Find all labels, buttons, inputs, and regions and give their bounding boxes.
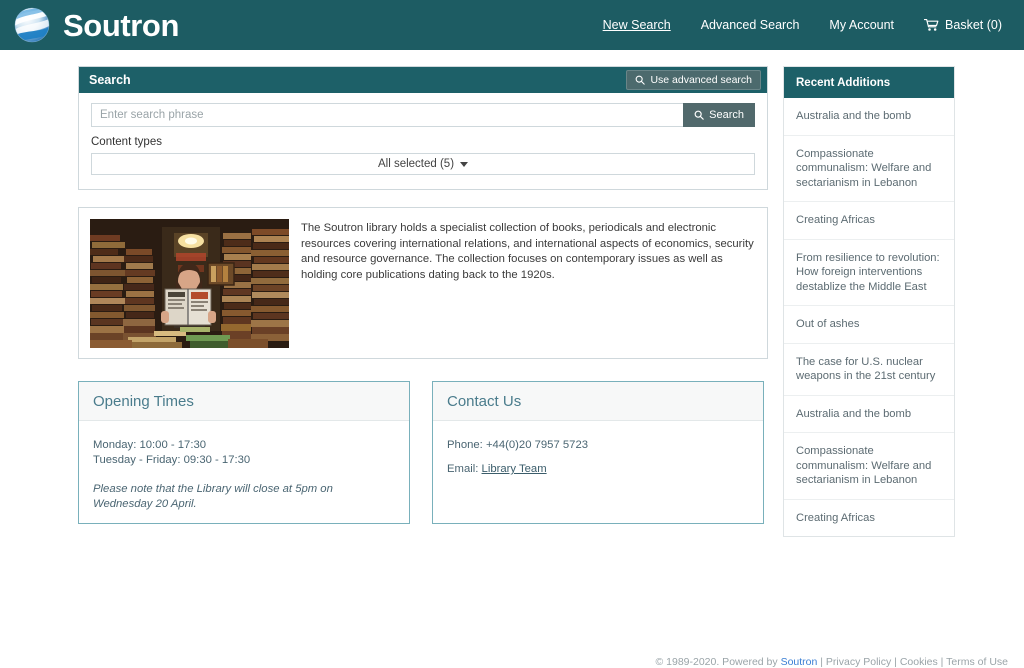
recent-additions-title: Recent Additions [796, 76, 891, 89]
contact-us-title: Contact Us [447, 393, 522, 410]
site-header: Soutron New Search Advanced Search My Ac… [0, 0, 1024, 50]
search-submit-label: Search [709, 109, 744, 121]
use-advanced-search-label: Use advanced search [650, 74, 752, 86]
content-types-dropdown[interactable]: All selected (5) [91, 153, 755, 175]
nav-item-basket[interactable]: Basket (0) [924, 18, 1002, 32]
search-input-row: Search [91, 103, 755, 127]
search-panel-title: Search [89, 73, 131, 87]
footer-cookies-link[interactable]: Cookies [900, 656, 938, 668]
contact-us-body: Phone: +44(0)20 7957 5723 Email: Library… [433, 421, 763, 477]
search-input[interactable] [91, 103, 684, 127]
search-submit-button[interactable]: Search [683, 103, 755, 127]
contact-email-prefix: Email: [447, 463, 482, 475]
use-advanced-search-button[interactable]: Use advanced search [626, 70, 761, 90]
about-text: The Soutron library holds a specialist c… [301, 222, 754, 281]
footer-separator: | [891, 656, 900, 668]
search-panel-header: Search Use advanced search [79, 67, 767, 93]
search-icon [694, 110, 704, 120]
list-item[interactable]: Compassionate communalism: Welfare and s… [784, 136, 954, 202]
opening-times-note: Please note that the Library will close … [93, 483, 333, 510]
brand[interactable]: Soutron [10, 3, 179, 47]
main-column: Search Use advanced search Enter search … [78, 66, 768, 524]
contact-us-header: Contact Us [433, 382, 763, 421]
list-item[interactable]: Creating Africas [784, 500, 954, 537]
brand-name: Soutron [63, 7, 180, 43]
search-panel-body: Search Content types All selected (5) [79, 93, 767, 189]
opening-times-line-1: Monday: 10:00 - 17:30 [93, 439, 207, 451]
list-item[interactable]: Australia and the bomb [784, 98, 954, 136]
content-types-label: Content types [91, 136, 162, 148]
list-item[interactable]: From resilience to revolution: How forei… [784, 240, 954, 306]
site-footer: © 1989-2020. Powered by Soutron | Privac… [655, 656, 1008, 668]
contact-phone: Phone: +44(0)20 7957 5723 [447, 439, 589, 451]
about-panel: The Soutron library holds a specialist c… [78, 207, 768, 359]
list-item[interactable]: Australia and the bomb [784, 396, 954, 433]
page-root: Soutron New Search Advanced Search My Ac… [0, 0, 1024, 668]
opening-times-line-2: Tuesday - Friday: 09:30 - 17:30 [93, 454, 251, 466]
contact-us-card: Contact Us Phone: +44(0)20 7957 5723 Ema… [432, 381, 764, 524]
basket-label: Basket (0) [945, 18, 1002, 32]
library-books-photo [90, 219, 289, 348]
list-item[interactable]: Compassionate communalism: Welfare and s… [784, 433, 954, 500]
opening-times-card: Opening Times Monday: 10:00 - 17:30 Tues… [78, 381, 410, 524]
recent-additions-panel: Recent Additions Australia and the bomb … [783, 66, 955, 537]
main-navigation: New Search Advanced Search My Account Ba… [603, 18, 1002, 32]
footer-separator: | [817, 656, 826, 668]
chevron-down-icon [460, 161, 469, 167]
footer-terms-of-use-link[interactable]: Terms of Use [946, 656, 1008, 668]
sidebar-column: Recent Additions Australia and the bomb … [783, 66, 955, 537]
footer-privacy-policy-link[interactable]: Privacy Policy [826, 656, 891, 668]
footer-separator: | [937, 656, 947, 668]
list-item[interactable]: Creating Africas [784, 202, 954, 240]
footer-copyright: © 1989-2020. Powered by [655, 656, 781, 668]
list-item[interactable]: Out of ashes [784, 306, 954, 344]
info-cards: Opening Times Monday: 10:00 - 17:30 Tues… [78, 381, 768, 524]
opening-times-header: Opening Times [79, 382, 409, 421]
recent-additions-header: Recent Additions [784, 67, 954, 98]
search-icon [636, 75, 646, 85]
page-content: Search Use advanced search Enter search … [0, 50, 1024, 537]
shopping-cart-icon [924, 19, 939, 31]
globe-swirl-logo-icon [14, 7, 50, 43]
search-panel: Search Use advanced search Enter search … [78, 66, 768, 190]
nav-item-my-account[interactable]: My Account [829, 18, 894, 32]
list-item[interactable]: The case for U.S. nuclear weapons in the… [784, 344, 954, 396]
library-team-link[interactable]: Library Team [482, 463, 547, 475]
nav-item-advanced-search[interactable]: Advanced Search [701, 18, 800, 32]
opening-times-body: Monday: 10:00 - 17:30 Tuesday - Friday: … [79, 421, 409, 512]
opening-times-title: Opening Times [93, 393, 194, 410]
content-types-value: All selected (5) [377, 158, 455, 170]
contact-email-row: Email: Library Team [447, 462, 749, 477]
nav-item-new-search[interactable]: New Search [603, 18, 671, 32]
footer-soutron-link[interactable]: Soutron [781, 656, 818, 668]
